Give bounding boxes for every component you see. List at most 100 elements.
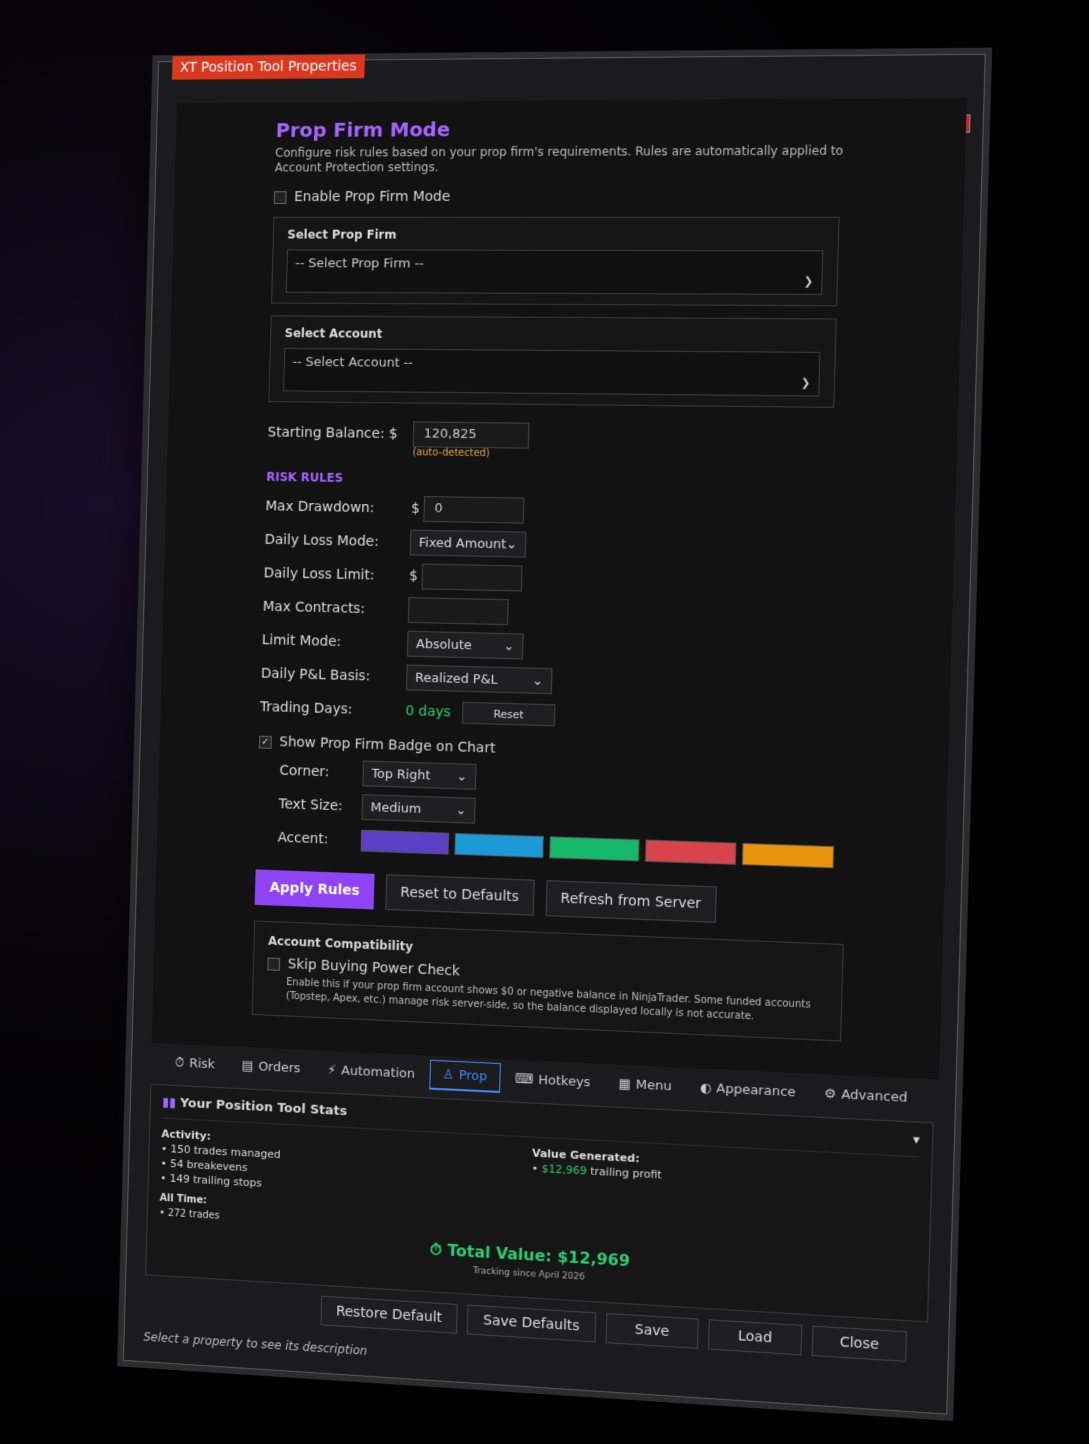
tab-automation[interactable]: ⚡ Automation: [315, 1054, 429, 1089]
accent-swatch-2[interactable]: [549, 836, 640, 862]
value-bullet: •: [531, 1161, 539, 1175]
tab-orders[interactable]: ▤ Orders: [229, 1050, 314, 1084]
account-compatibility-panel: Account Compatibility Skip Buying Power …: [251, 920, 844, 1042]
show-badge-checkbox[interactable]: ✓: [258, 735, 272, 749]
risk-rules-heading: RISK RULES: [266, 469, 344, 485]
skip-bp-checkbox[interactable]: [267, 957, 281, 971]
chevron-down-icon: ⌄: [503, 638, 515, 654]
gear-icon: ⚙: [823, 1086, 837, 1102]
tab-advanced[interactable]: ⚙ Advanced: [810, 1078, 921, 1114]
text-size-value: Medium: [370, 799, 422, 817]
max-drawdown-label: Max Drawdown:: [265, 498, 375, 517]
reset-trading-days-button[interactable]: Reset: [461, 701, 556, 727]
tab-menu[interactable]: ▦ Menu: [605, 1068, 685, 1102]
enable-prop-firm-checkbox[interactable]: [273, 190, 287, 204]
daily-loss-mode-label: Daily Loss Mode:: [264, 531, 379, 550]
tab-prop[interactable]: ♙ Prop: [429, 1059, 501, 1093]
load-button[interactable]: Load: [707, 1319, 803, 1356]
chart-icon: ▮▮: [162, 1095, 181, 1111]
max-contracts-input[interactable]: [407, 597, 509, 626]
daily-loss-mode-select[interactable]: Fixed Amount ⌄: [409, 529, 527, 558]
select-firm-value: -- Select Prop Firm --: [295, 256, 424, 272]
tab-hotkeys[interactable]: ⌨ Hotkeys: [502, 1063, 604, 1098]
accent-swatch-3[interactable]: [645, 839, 737, 865]
palette-icon: ◐: [699, 1080, 712, 1096]
enable-prop-firm-row[interactable]: Enable Prop Firm Mode: [273, 188, 871, 205]
reset-defaults-button[interactable]: Reset to Defaults: [385, 874, 535, 916]
refresh-server-button[interactable]: Refresh from Server: [545, 880, 717, 923]
orders-icon: ▤: [241, 1058, 254, 1074]
window-title: XT Position Tool Properties: [171, 54, 365, 80]
corner-label: Corner:: [279, 762, 330, 781]
tab-risk[interactable]: ⏱ Risk: [162, 1047, 228, 1080]
daily-loss-limit-input[interactable]: [421, 563, 523, 592]
pnl-basis-select[interactable]: Realized P&L ⌄: [405, 664, 553, 695]
max-contracts-label: Max Contracts:: [262, 598, 366, 617]
tab-label: Advanced: [841, 1086, 908, 1106]
select-firm-dropdown[interactable]: -- Select Prop Firm -- ❯: [285, 249, 824, 295]
pnl-basis-label: Daily P&L Basis:: [260, 665, 371, 685]
save-button[interactable]: Save: [605, 1313, 699, 1349]
text-size-label: Text Size:: [278, 796, 343, 815]
accent-swatch-4[interactable]: [741, 842, 835, 869]
chevron-down-icon: ⌄: [506, 536, 518, 552]
select-account-group: Select Account -- Select Account -- ❯: [268, 315, 837, 408]
apply-rules-button[interactable]: Apply Rules: [254, 869, 375, 910]
trading-days-label: Trading Days:: [259, 699, 353, 718]
value-text: trailing profit: [590, 1164, 663, 1182]
starting-balance-input[interactable]: 120,825: [412, 421, 530, 449]
page-description: Configure risk rules based on your prop …: [274, 143, 844, 175]
text-size-select[interactable]: Medium ⌄: [361, 794, 476, 824]
properties-window: XT Position Tool Properties — □ ✕ Prop F…: [122, 53, 986, 1415]
select-firm-group: Select Prop Firm -- Select Prop Firm -- …: [271, 216, 840, 307]
chevron-down-icon: ⌄: [456, 768, 468, 785]
pnl-basis-value: Realized P&L: [414, 670, 498, 688]
select-account-value: -- Select Account --: [292, 354, 413, 371]
limit-mode-select[interactable]: Absolute ⌄: [406, 630, 524, 660]
show-badge-label: Show Prop Firm Badge on Chart: [279, 734, 496, 757]
accent-swatch-0[interactable]: [360, 829, 450, 855]
tab-label: Automation: [341, 1062, 416, 1082]
select-account-label: Select Account: [284, 326, 383, 341]
chevron-down-icon: ⌄: [455, 802, 467, 818]
starting-balance-label: Starting Balance: $: [267, 424, 398, 443]
page-title: Prop Firm Mode: [275, 117, 451, 142]
stopwatch-icon: ⏱: [429, 1239, 448, 1260]
chevron-down-icon: ❯: [800, 376, 811, 390]
bolt-icon: ⚡: [327, 1062, 337, 1078]
skip-bp-label: Skip Buying Power Check: [287, 956, 461, 980]
max-drawdown-input[interactable]: 0: [423, 496, 525, 524]
limit-mode-value: Absolute: [415, 636, 473, 653]
restore-default-button[interactable]: Restore Default: [320, 1295, 458, 1334]
select-firm-label: Select Prop Firm: [287, 227, 397, 242]
tab-appearance[interactable]: ◐ Appearance: [686, 1072, 809, 1108]
accent-swatch-1[interactable]: [454, 832, 544, 859]
accent-label: Accent:: [277, 829, 329, 848]
corner-value: Top Right: [371, 766, 431, 783]
chevron-down-icon: ❯: [803, 274, 814, 288]
tab-label: Menu: [635, 1077, 672, 1094]
daily-loss-mode-value: Fixed Amount: [418, 535, 507, 552]
tab-label: Prop: [458, 1068, 488, 1085]
save-defaults-button[interactable]: Save Defaults: [466, 1304, 597, 1343]
status-description: Select a property to see its description: [143, 1329, 368, 1358]
stats-panel: ▮▮ Your Position Tool Stats ▾ Activity: …: [145, 1083, 934, 1323]
value-column: Value Generated: • $12,969 trailing prof…: [530, 1146, 919, 1264]
tab-label: Hotkeys: [538, 1072, 591, 1090]
enable-prop-firm-label: Enable Prop Firm Mode: [294, 188, 451, 205]
action-buttons: Apply Rules Reset to Defaults Refresh fr…: [254, 869, 852, 928]
tab-label: Appearance: [716, 1080, 796, 1100]
close-button[interactable]: Close: [811, 1325, 908, 1362]
value-amount: $12,969: [541, 1162, 588, 1178]
limit-mode-label: Limit Mode:: [261, 632, 342, 651]
collapse-icon[interactable]: ▾: [913, 1133, 920, 1149]
daily-loss-limit-prefix: $: [408, 568, 419, 585]
stats-title: Your Position Tool Stats: [179, 1095, 348, 1120]
corner-select[interactable]: Top Right ⌄: [362, 760, 477, 790]
tab-label: Orders: [258, 1059, 301, 1076]
select-account-dropdown[interactable]: -- Select Account -- ❯: [283, 347, 821, 397]
person-icon: ♙: [442, 1067, 455, 1083]
menu-icon: ▦: [618, 1076, 631, 1092]
chevron-down-icon: ⌄: [532, 673, 544, 689]
prop-panel: Prop Firm Mode Configure risk rules base…: [151, 97, 967, 1080]
